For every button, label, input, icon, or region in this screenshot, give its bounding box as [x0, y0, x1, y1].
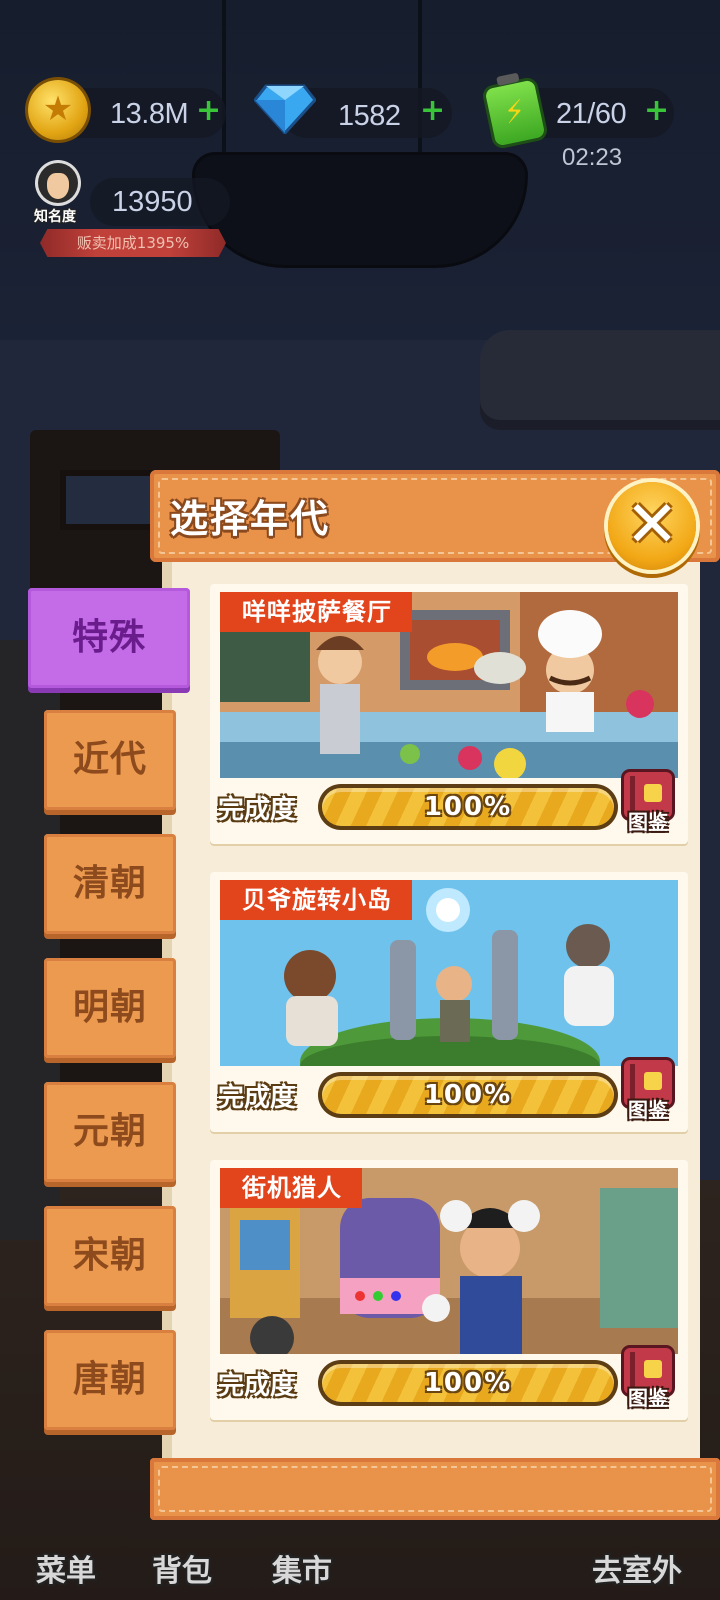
tab-song[interactable]: 宋朝	[44, 1206, 176, 1306]
codex-label: 图鉴	[628, 1098, 668, 1122]
level-card-island[interactable]: 贝爷旋转小岛 完成度 100% 图鉴	[210, 872, 688, 1132]
level-thumbnail: 街机猎人	[220, 1168, 678, 1354]
codex-button[interactable]: 图鉴	[618, 1058, 678, 1124]
tab-yuan[interactable]: 元朝	[44, 1082, 176, 1182]
menu-button[interactable]: 菜单	[36, 1546, 96, 1590]
add-gems-button[interactable]: +	[420, 96, 445, 126]
go-outside-button[interactable]: 去室外	[592, 1546, 682, 1590]
level-title: 街机猎人	[220, 1168, 362, 1208]
fame-label: 知名度	[34, 209, 76, 225]
progress-value: 100%	[423, 1080, 513, 1110]
codex-button[interactable]: 图鉴	[618, 770, 678, 836]
tab-qing[interactable]: 清朝	[44, 834, 176, 934]
coin-icon	[28, 80, 88, 140]
energy-timer: 02:23	[562, 144, 623, 171]
tab-special[interactable]: 特殊	[28, 588, 190, 688]
sales-bonus-badge: 贩卖加成1395%	[40, 229, 226, 257]
level-title: 咩咩披萨餐厅	[220, 592, 412, 632]
progress-label: 完成度	[218, 795, 297, 825]
panel-footer	[150, 1458, 720, 1520]
add-coins-button[interactable]: +	[196, 96, 221, 126]
close-icon: ✕	[625, 488, 679, 562]
energy-value: 21/60	[556, 98, 627, 130]
level-thumbnail: 贝爷旋转小岛	[220, 880, 678, 1066]
progress-label: 完成度	[218, 1371, 297, 1401]
codex-label: 图鉴	[628, 1386, 668, 1410]
codex-button[interactable]: 图鉴	[618, 1346, 678, 1412]
level-title: 贝爷旋转小岛	[220, 880, 412, 920]
codex-label: 图鉴	[628, 810, 668, 834]
add-energy-button[interactable]: +	[644, 96, 669, 126]
level-card-arcade[interactable]: 街机猎人 完成度 100% 图鉴	[210, 1160, 688, 1420]
coin-value: 13.8M	[110, 98, 189, 130]
diamond-icon	[253, 84, 317, 136]
progress-value: 100%	[423, 1368, 513, 1398]
bag-button[interactable]: 背包	[152, 1546, 212, 1590]
panel-title: 选择年代	[170, 497, 331, 541]
level-thumbnail: 咩咩披萨餐厅	[220, 592, 678, 778]
level-card-pizza[interactable]: 咩咩披萨餐厅 完成度 100% 图鉴	[210, 584, 688, 844]
close-button[interactable]: ✕	[608, 482, 696, 570]
tab-tang[interactable]: 唐朝	[44, 1330, 176, 1430]
gem-value: 1582	[338, 100, 401, 132]
tab-modern[interactable]: 近代	[44, 710, 176, 810]
market-button[interactable]: 集市	[272, 1546, 332, 1590]
fame-value: 13950	[112, 186, 193, 218]
avatar	[38, 163, 78, 203]
tab-ming[interactable]: 明朝	[44, 958, 176, 1058]
progress-label: 完成度	[218, 1083, 297, 1113]
progress-value: 100%	[423, 792, 513, 822]
